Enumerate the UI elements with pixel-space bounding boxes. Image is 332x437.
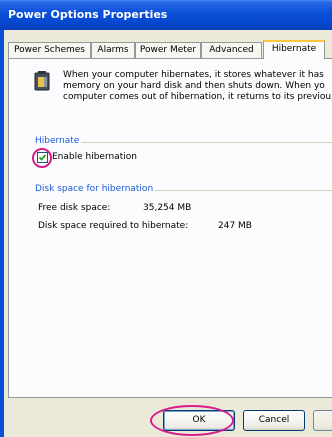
- free-disk-space-label: Free disk space:: [38, 203, 111, 213]
- power-options-window: Power Options Properties Power Schemes A…: [0, 0, 332, 437]
- tab-label: Advanced: [209, 45, 254, 55]
- highlight-circle: [32, 148, 52, 168]
- tab-power-meter[interactable]: Power Meter: [135, 42, 201, 58]
- hibernate-group-title: Hibernate: [33, 136, 82, 146]
- tab-alarms[interactable]: Alarms: [91, 42, 135, 58]
- tab-label: Power Meter: [139, 45, 197, 55]
- hibernate-description: When your computer hibernates, it stores…: [63, 70, 332, 103]
- cancel-button[interactable]: Cancel: [243, 410, 305, 431]
- required-disk-space-value: 247 MB: [218, 221, 252, 231]
- cancel-button-label: Cancel: [258, 415, 290, 425]
- window-title: Power Options Properties: [8, 8, 168, 21]
- description-line: computer comes out of hibernation, it re…: [63, 92, 332, 102]
- free-disk-space-value: 35,254 MB: [143, 203, 192, 213]
- apply-button[interactable]: [313, 410, 332, 431]
- ok-highlight-circle: [150, 405, 234, 436]
- tab-strip: Power Schemes Alarms Power Meter Advance…: [8, 40, 332, 59]
- disk-space-group-title: Disk space for hibernation: [33, 184, 156, 194]
- window-frame-left: [0, 30, 4, 437]
- tab-label: Hibernate: [271, 44, 317, 54]
- enable-hibernation-label[interactable]: Enable hibernation: [52, 152, 137, 162]
- description-line: memory on your hard disk and then shuts …: [63, 81, 325, 91]
- tab-power-schemes[interactable]: Power Schemes: [8, 42, 91, 58]
- tab-label: Power Schemes: [14, 45, 85, 55]
- description-line: When your computer hibernates, it stores…: [63, 70, 324, 80]
- tab-hibernate[interactable]: Hibernate: [263, 40, 325, 59]
- tab-label: Alarms: [97, 45, 129, 55]
- title-bar[interactable]: Power Options Properties: [0, 0, 332, 30]
- tab-advanced[interactable]: Advanced: [201, 42, 262, 58]
- battery-icon: [34, 71, 50, 91]
- required-disk-space-label: Disk space required to hibernate:: [38, 221, 189, 231]
